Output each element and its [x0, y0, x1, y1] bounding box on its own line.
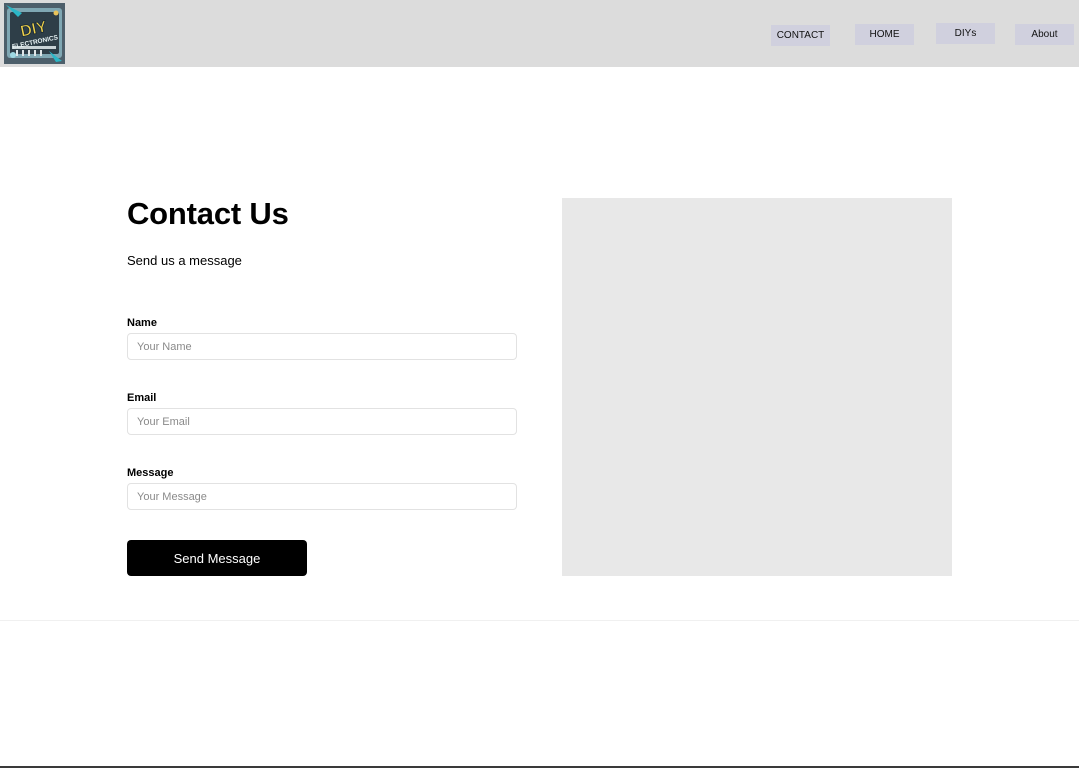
site-logo[interactable]: DIY ELECTRONICS [4, 3, 65, 64]
page-title: Contact Us [127, 196, 289, 231]
diy-electronics-logo-icon: DIY ELECTRONICS [4, 3, 65, 64]
nav-home-button[interactable]: HOME [855, 24, 914, 45]
message-input[interactable] [127, 483, 517, 510]
nav-about-button[interactable]: About [1015, 24, 1074, 45]
name-label: Name [127, 317, 157, 329]
message-label: Message [127, 467, 174, 479]
image-placeholder [562, 198, 952, 576]
nav-contact-button[interactable]: CONTACT [771, 25, 830, 46]
section-divider [0, 620, 1079, 621]
site-header: DIY ELECTRONICS CONTACT HOME DIYs About [0, 0, 1079, 67]
send-message-button[interactable]: Send Message [127, 540, 307, 576]
nav-diys-button[interactable]: DIYs [936, 23, 995, 44]
email-input[interactable] [127, 408, 517, 435]
email-label: Email [127, 392, 157, 404]
page-subtitle: Send us a message [127, 253, 242, 268]
name-input[interactable] [127, 333, 517, 360]
